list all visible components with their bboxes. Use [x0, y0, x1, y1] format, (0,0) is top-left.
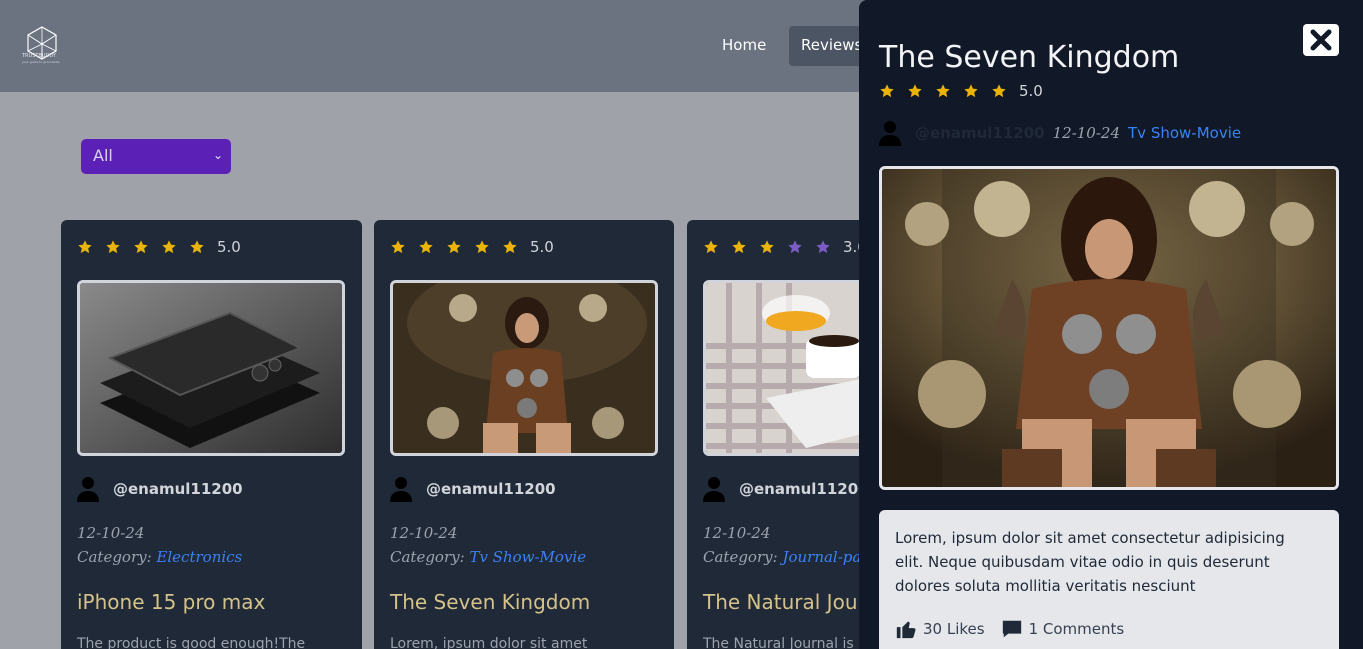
detail-author-row: @enamul11200 12-10-24 Tv Show-Movie [879, 120, 1241, 146]
star-empty-icon [788, 240, 802, 254]
user-icon [390, 477, 412, 502]
close-icon [1310, 29, 1332, 51]
star-icon [503, 240, 517, 254]
review-date: 12-10-24 [390, 524, 458, 542]
star-icon [992, 84, 1006, 98]
star-icon [78, 240, 92, 254]
star-icon [106, 240, 120, 254]
review-excerpt: Lorem, ipsum dolor sit amet [390, 636, 588, 649]
detail-title: The Seven Kingdom [879, 40, 1180, 75]
star-icon [162, 240, 176, 254]
review-card[interactable]: 5.0 @enamul11200 12-10-24 Category: Elec… [61, 220, 362, 649]
chevron-down-icon: ⌄ [212, 148, 223, 162]
review-title[interactable]: iPhone 15 pro max [77, 590, 265, 614]
comment-icon[interactable] [1001, 618, 1023, 640]
star-icon [936, 84, 950, 98]
star-icon [447, 240, 461, 254]
review-title[interactable]: The Seven Kingdom [390, 590, 590, 614]
star-icon [475, 240, 489, 254]
detail-description-box: Lorem, ipsum dolor sit amet consectetur … [879, 510, 1339, 649]
detail-description: Lorem, ipsum dolor sit amet consectetur … [895, 529, 1285, 595]
thumbs-up-icon[interactable] [895, 618, 917, 640]
review-card[interactable]: 3.0 @enamul11200 12-10-24 Category: Jour… [687, 220, 887, 649]
logo-tagline: your guide to good deals [22, 60, 60, 64]
detail-rating-value: 5.0 [1019, 82, 1043, 100]
author-row: @enamul11200 [390, 476, 556, 502]
close-button[interactable] [1303, 24, 1339, 56]
review-date: 12-10-24 [77, 524, 145, 542]
star-icon [391, 240, 405, 254]
detail-date: 12-10-24 [1052, 124, 1121, 142]
detail-image [879, 166, 1339, 490]
rating-value: 5.0 [530, 238, 554, 256]
likes-count[interactable]: 30 Likes [923, 620, 985, 638]
author-row: @enamul11200 [77, 476, 243, 502]
detail-category-link[interactable]: Tv Show-Movie [1128, 124, 1241, 142]
nav-home-link[interactable]: Home [722, 36, 766, 54]
category-filter-select[interactable]: All ⌄ [81, 139, 231, 174]
product-image[interactable] [390, 280, 658, 456]
category-link[interactable]: Electronics [156, 548, 242, 566]
star-icon [964, 84, 978, 98]
review-category: Category: Tv Show-Movie [390, 548, 586, 566]
category-label: Category: [703, 548, 778, 566]
star-icon [704, 240, 718, 254]
category-label: Category: [77, 548, 152, 566]
author-row: @enamul11200 [703, 476, 869, 502]
detail-star-rating: 5.0 [879, 82, 1043, 100]
star-icon [190, 240, 204, 254]
warrior-queen-illustration [882, 169, 1336, 487]
category-link[interactable]: Tv Show-Movie [469, 548, 586, 566]
detail-author-username[interactable]: @enamul11200 [915, 124, 1045, 142]
star-empty-icon [816, 240, 830, 254]
warrior-queen-illustration [393, 283, 655, 453]
star-rating: 3.0 [703, 238, 867, 256]
star-icon [732, 240, 746, 254]
star-icon [419, 240, 433, 254]
star-icon [908, 84, 922, 98]
iphone-photo [80, 283, 342, 453]
product-image[interactable] [77, 280, 345, 456]
star-icon [760, 240, 774, 254]
detail-actions: 30 Likes 1 Comments [895, 618, 1124, 640]
review-excerpt: The Natural Journal is [703, 636, 854, 649]
comments-count[interactable]: 1 Comments [1029, 620, 1125, 638]
user-icon [77, 477, 99, 502]
author-username[interactable]: @enamul11200 [113, 480, 243, 498]
star-rating: 5.0 [77, 238, 241, 256]
user-icon [879, 121, 901, 146]
star-rating: 5.0 [390, 238, 554, 256]
star-icon [880, 84, 894, 98]
review-date: 12-10-24 [703, 524, 771, 542]
star-icon [134, 240, 148, 254]
review-card[interactable]: 5.0 @enamul11200 12-10-24 Category: Tv S… [374, 220, 674, 649]
author-username[interactable]: @enamul11200 [739, 480, 869, 498]
user-icon [703, 477, 725, 502]
author-username[interactable]: @enamul11200 [426, 480, 556, 498]
logo-text: TRUSTBUDDY [22, 53, 56, 59]
review-category: Category: Electronics [77, 548, 242, 566]
filter-selected-value: All [93, 146, 113, 165]
rating-value: 5.0 [217, 238, 241, 256]
category-label: Category: [390, 548, 465, 566]
review-excerpt: The product is good enough!The [77, 636, 306, 649]
